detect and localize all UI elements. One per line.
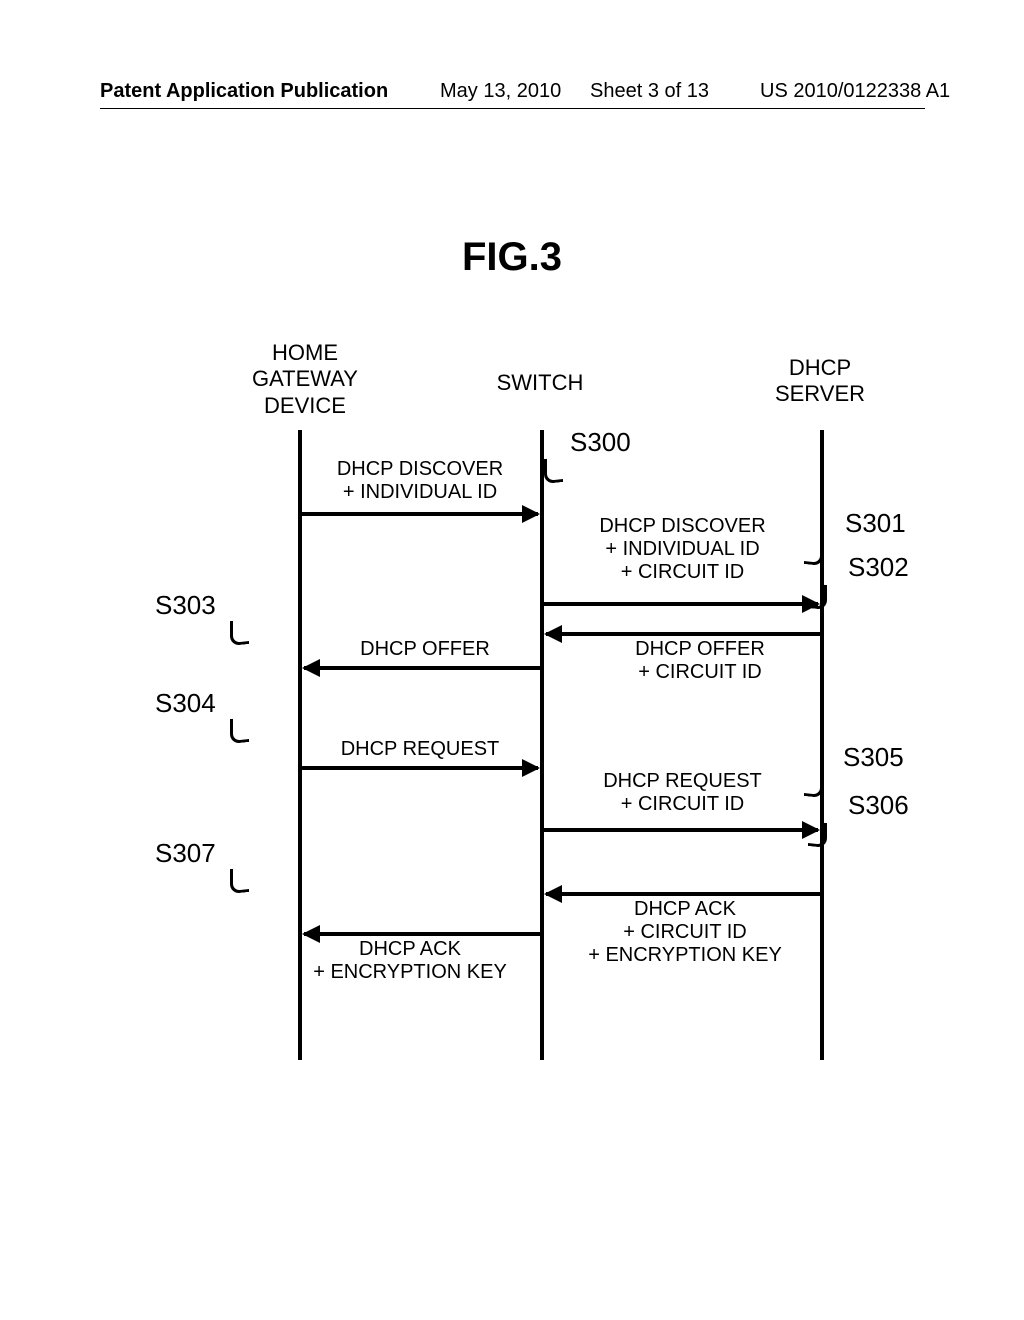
actor-home-gateway: HOMEGATEWAYDEVICE bbox=[225, 340, 385, 419]
tick-s306 bbox=[808, 821, 827, 848]
step-label-s305: S305 bbox=[843, 742, 904, 773]
message-s302: DHCP OFFER+ CIRCUIT ID bbox=[580, 638, 820, 684]
arrow-s301 bbox=[544, 602, 818, 606]
header-sheet: Sheet 3 of 13 bbox=[590, 80, 709, 103]
lifeline-switch bbox=[540, 430, 544, 1060]
step-label-s306: S306 bbox=[848, 790, 909, 821]
tick-s304 bbox=[230, 717, 249, 744]
arrow-s304 bbox=[302, 766, 538, 770]
message-s305: DHCP REQUEST+ CIRCUIT ID bbox=[555, 770, 810, 816]
figure-title: FIG.3 bbox=[0, 235, 1024, 280]
tick-s303 bbox=[230, 619, 249, 646]
arrow-s303 bbox=[304, 666, 540, 670]
tick-s305 bbox=[804, 771, 823, 798]
message-s307: DHCP ACK+ ENCRYPTION KEY bbox=[280, 938, 540, 984]
page-root: Patent Application Publication May 13, 2… bbox=[0, 0, 1024, 1320]
actor-dhcp-server: DHCPSERVER bbox=[750, 355, 890, 408]
step-label-s307: S307 bbox=[155, 838, 216, 869]
tick-s307 bbox=[230, 867, 249, 894]
lifeline-dhcp-server bbox=[820, 430, 824, 1060]
step-label-s302: S302 bbox=[848, 552, 909, 583]
message-s301: DHCP DISCOVER+ INDIVIDUAL ID+ CIRCUIT ID bbox=[555, 515, 810, 584]
step-label-s301: S301 bbox=[845, 508, 906, 539]
header-publication: Patent Application Publication bbox=[100, 80, 388, 103]
message-s306: DHCP ACK+ CIRCUIT ID+ ENCRYPTION KEY bbox=[550, 898, 820, 967]
header-pubnum: US 2010/0122338 A1 bbox=[760, 80, 950, 103]
step-label-s304: S304 bbox=[155, 688, 216, 719]
arrow-s300 bbox=[302, 512, 538, 516]
message-s300: DHCP DISCOVER+ INDIVIDUAL ID bbox=[300, 458, 540, 504]
actor-switch: SWITCH bbox=[470, 370, 610, 396]
message-s304: DHCP REQUEST bbox=[300, 738, 540, 761]
arrow-s305 bbox=[544, 828, 818, 832]
arrow-s306 bbox=[546, 892, 820, 896]
tick-s301 bbox=[804, 539, 823, 566]
step-label-s300: S300 bbox=[570, 427, 631, 458]
header-date: May 13, 2010 bbox=[440, 80, 561, 103]
step-label-s303: S303 bbox=[155, 590, 216, 621]
tick-s300 bbox=[544, 457, 563, 484]
arrow-s302 bbox=[546, 632, 820, 636]
tick-s302 bbox=[808, 583, 827, 610]
message-s303: DHCP OFFER bbox=[315, 638, 535, 661]
arrow-s307 bbox=[304, 932, 540, 936]
header-rule bbox=[100, 108, 925, 109]
